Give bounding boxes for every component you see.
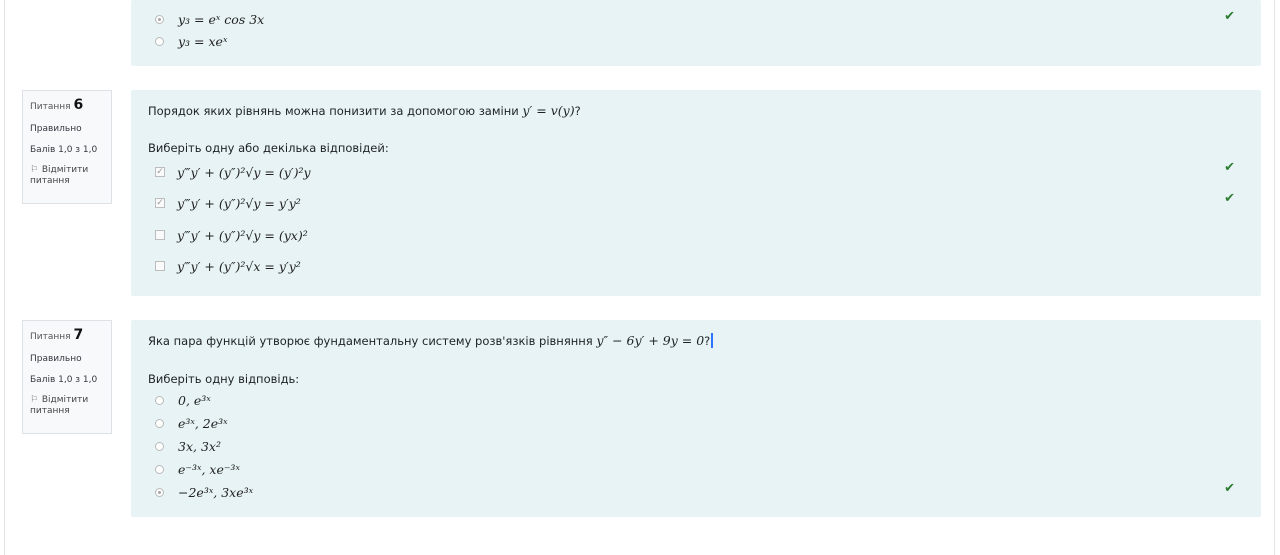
- q5-option-1-radio[interactable]: [155, 14, 164, 24]
- q7-option-5-label: −2e³ˣ, 3xe³ˣ: [178, 484, 254, 500]
- q7-option-3-label: 3x, 3x²: [178, 438, 221, 454]
- q6-option-4[interactable]: y‴y′ + (y″)²√x = y′y²: [155, 257, 301, 275]
- q6-option-2-checkbox[interactable]: ✓: [155, 198, 165, 208]
- question-7-prompt: Виберіть одну відповідь:: [148, 372, 300, 386]
- question-7-formulation: Яка пара функцій утворює фундаментальну …: [131, 320, 1261, 517]
- q7-option-5[interactable]: −2e³ˣ, 3xe³ˣ: [155, 483, 253, 501]
- question-6-text-formula: y′ = v(y): [522, 103, 575, 118]
- question-6-text: Порядок яких рівнянь можна понизити за д…: [148, 103, 581, 118]
- question-6-prompt: Виберіть одну або декілька відповідей:: [148, 141, 389, 155]
- q6-option-2[interactable]: ✓ y‴y′ + (y″)²√y = y′y²: [155, 194, 301, 212]
- q6-option-2-label: y‴y′ + (y″)²√y = y′y²: [177, 195, 301, 211]
- q5-option-1[interactable]: y₃ = eˣ cos 3x: [155, 10, 264, 28]
- question-6-status: Правильно: [30, 123, 82, 134]
- flag-icon: ⚐: [30, 395, 39, 406]
- q6-option-1-check-icon: ✔: [1224, 160, 1235, 175]
- q6-option-3[interactable]: y‴y′ + (y″)²√y = (yx)²: [155, 226, 308, 244]
- q6-option-1-label: y‴y′ + (y″)²√y = (y′)²y: [177, 164, 311, 180]
- question-6-points: Балів 1,0 з 1,0: [30, 144, 98, 155]
- text-cursor: [711, 333, 714, 348]
- question-6-flag-link[interactable]: ⚐ Відмітити питання: [30, 165, 105, 187]
- flag-icon: ⚐: [30, 165, 39, 176]
- q7-option-1[interactable]: 0, e³ˣ: [155, 391, 211, 409]
- question-7-flag-label: Відмітити питання: [30, 395, 89, 417]
- question-7-flag-link[interactable]: ⚐ Відмітити питання: [30, 395, 105, 417]
- q7-option-3[interactable]: 3x, 3x²: [155, 437, 221, 455]
- q7-option-5-radio[interactable]: [155, 487, 164, 497]
- question-7-info: Питання 7 Правильно Балів 1,0 з 1,0 ⚐ Ві…: [22, 320, 112, 434]
- q6-option-1[interactable]: ✓ y‴y′ + (y″)²√y = (y′)²y: [155, 163, 311, 181]
- q6-option-1-checkbox[interactable]: ✓: [155, 167, 165, 177]
- q6-option-4-label: y‴y′ + (y″)²√x = y′y²: [177, 258, 301, 274]
- q7-option-2-radio[interactable]: [155, 418, 164, 428]
- q6-option-4-checkbox[interactable]: [155, 261, 165, 271]
- q6-option-2-check-icon: ✔: [1224, 191, 1235, 206]
- question-7-number: Питання 7: [30, 327, 84, 343]
- q5-option-2[interactable]: y₃ = xeˣ: [155, 32, 227, 50]
- q7-option-2-label: e³ˣ, 2e³ˣ: [178, 415, 228, 431]
- q5-correct-check-icon: ✔: [1224, 9, 1235, 24]
- q7-option-4-label: e⁻³ˣ, xe⁻³ˣ: [178, 461, 240, 477]
- q7-option-4-radio[interactable]: [155, 464, 164, 474]
- q7-option-2[interactable]: e³ˣ, 2e³ˣ: [155, 414, 228, 432]
- question-6-number: Питання 6: [30, 97, 84, 113]
- q5-option-2-radio[interactable]: [155, 36, 164, 46]
- question-5-formulation: y₃ = eˣ cos 3x y₃ = xeˣ ✔: [131, 0, 1261, 66]
- question-7-points: Балів 1,0 з 1,0: [30, 374, 98, 385]
- q7-option-1-label: 0, e³ˣ: [178, 392, 211, 408]
- q7-option-4[interactable]: e⁻³ˣ, xe⁻³ˣ: [155, 460, 240, 478]
- q5-option-1-label: y₃ = eˣ cos 3x: [178, 11, 265, 27]
- q7-option-3-radio[interactable]: [155, 441, 164, 451]
- question-7-text-formula: y″ − 6y′ + 9y = 0: [596, 333, 705, 348]
- q5-option-2-label: y₃ = xeˣ: [178, 33, 228, 49]
- question-6-formulation: Порядок яких рівнянь можна понизити за д…: [131, 90, 1261, 296]
- question-7-text: Яка пара функцій утворює фундаментальну …: [148, 333, 714, 348]
- question-6-flag-label: Відмітити питання: [30, 165, 89, 187]
- q6-option-3-label: y‴y′ + (y″)²√y = (yx)²: [177, 227, 308, 243]
- q7-option-5-check-icon: ✔: [1224, 481, 1235, 496]
- q6-option-3-checkbox[interactable]: [155, 230, 165, 240]
- question-7-status: Правильно: [30, 353, 82, 364]
- q7-option-1-radio[interactable]: [155, 395, 164, 405]
- question-6-info: Питання 6 Правильно Балів 1,0 з 1,0 ⚐ Ві…: [22, 90, 112, 204]
